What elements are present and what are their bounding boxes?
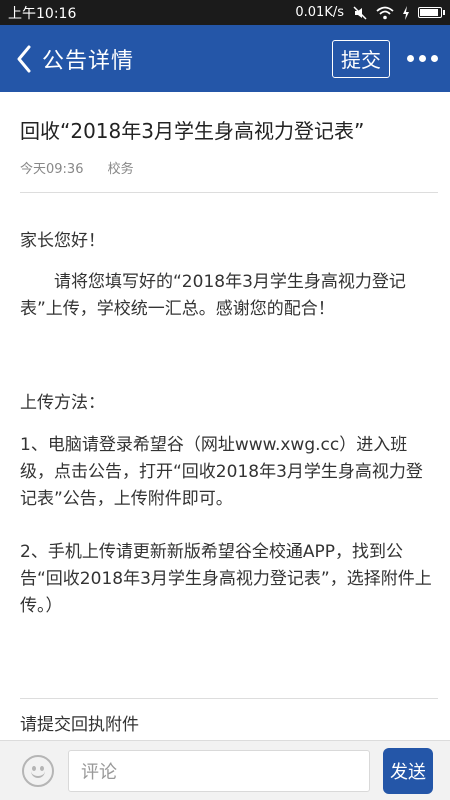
send-button[interactable]: 发送	[383, 747, 433, 794]
chevron-left-icon	[17, 45, 31, 72]
network-speed: 0.01K/s	[295, 5, 344, 20]
emoji-icon[interactable]	[22, 754, 54, 787]
mute-icon	[353, 5, 367, 20]
submit-button[interactable]: 提交	[332, 39, 390, 78]
wifi-icon	[376, 6, 394, 19]
status-icons: 0.01K/s	[295, 5, 445, 20]
method-heading: 上传方法：	[20, 393, 105, 413]
method-1: 1、电脑请登录希望谷（网址www.xwg.cc）进入班级，点击公告，打开“回收2…	[20, 435, 423, 509]
divider	[20, 192, 438, 193]
comment-input[interactable]: 评论	[68, 749, 370, 792]
notice-paragraph: 请将您填写好的“2018年3月学生身高视力登记表”上传，学校统一汇总。感谢您的配…	[20, 272, 406, 319]
back-button[interactable]	[6, 25, 42, 92]
attachment-heading: 请提交回执附件	[20, 715, 139, 735]
notice-department: 校务	[107, 162, 134, 177]
divider	[20, 698, 438, 699]
greeting: 家长您好！	[20, 231, 105, 251]
charging-icon	[403, 5, 409, 20]
more-dot-icon	[430, 55, 438, 62]
notice-time: 今天09:36	[20, 162, 84, 177]
more-dot-icon	[418, 55, 426, 62]
method-2: 2、手机上传请更新新版希望谷全校通APP，找到公告“回收2018年3月学生身高视…	[20, 542, 432, 616]
battery-icon	[418, 7, 445, 18]
notice-meta: 今天09:36 校务	[20, 158, 134, 177]
status-time: 上午10:16	[8, 5, 77, 22]
nav-bar: 公告详情 提交	[0, 25, 450, 92]
more-dot-icon	[406, 55, 414, 62]
status-bar: 上午10:16 0.01K/s	[0, 0, 450, 25]
page-title: 公告详情	[42, 48, 135, 74]
notice-title: 回收“2018年3月学生身高视力登记表”	[20, 119, 365, 143]
more-options-button[interactable]	[402, 39, 442, 79]
comment-bar: 评论 发送	[0, 740, 450, 800]
notice-content[interactable]: 回收“2018年3月学生身高视力登记表” 今天09:36 校务 家长您好！ 请将…	[0, 92, 450, 740]
